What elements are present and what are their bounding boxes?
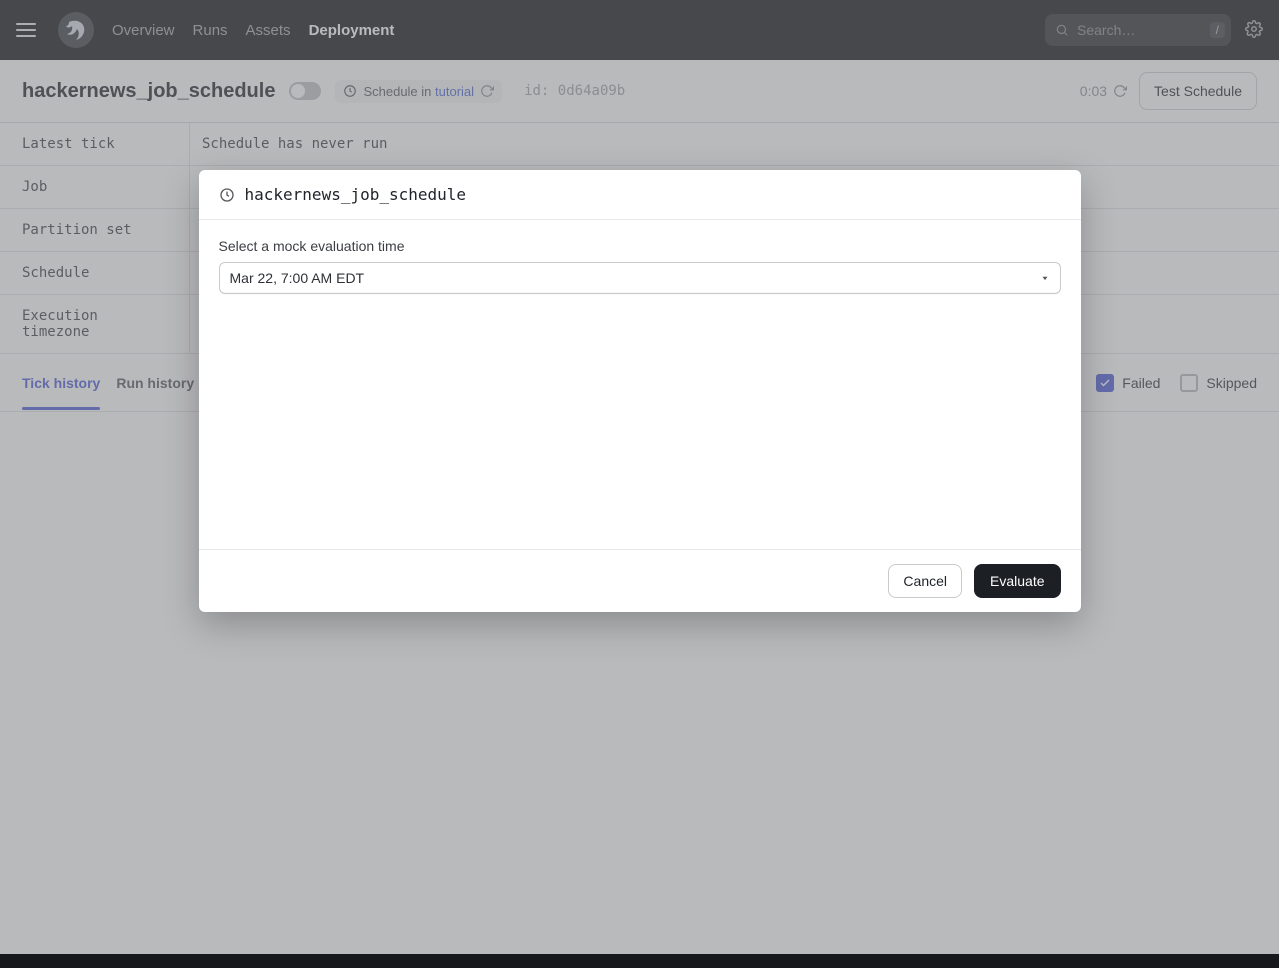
evaluate-button[interactable]: Evaluate [974, 564, 1060, 598]
chevron-down-icon [1040, 273, 1050, 283]
test-schedule-dialog: hackernews_job_schedule Select a mock ev… [199, 170, 1081, 612]
bottom-bar [0, 954, 1279, 968]
evaluation-time-label: Select a mock evaluation time [219, 238, 1061, 254]
dialog-footer: Cancel Evaluate [199, 549, 1081, 612]
dialog-header: hackernews_job_schedule [199, 170, 1081, 220]
modal-overlay[interactable]: hackernews_job_schedule Select a mock ev… [0, 0, 1279, 968]
dialog-title: hackernews_job_schedule [245, 185, 467, 204]
evaluation-time-select[interactable]: Mar 22, 7:00 AM EDT [219, 262, 1061, 294]
dialog-body: Select a mock evaluation time Mar 22, 7:… [199, 220, 1081, 549]
cancel-button[interactable]: Cancel [888, 564, 962, 598]
select-value: Mar 22, 7:00 AM EDT [230, 270, 365, 286]
schedule-icon [219, 187, 235, 203]
